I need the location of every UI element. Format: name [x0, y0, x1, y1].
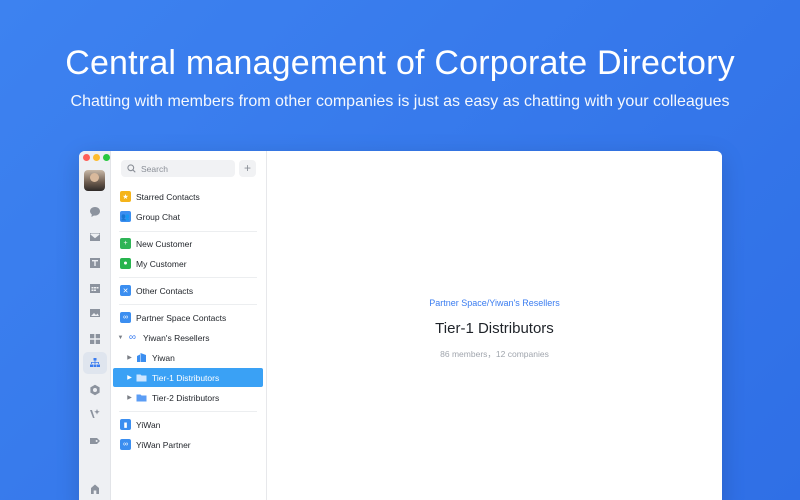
sparkle-icon[interactable]	[88, 407, 102, 421]
minimize-window-button[interactable]	[93, 154, 100, 161]
divider	[119, 277, 257, 278]
other-contacts-item[interactable]: ✕ Other Contacts	[111, 281, 266, 300]
resellers-item[interactable]: ▼ ∞ Yiwan's Resellers	[111, 328, 266, 347]
my-customer-label: My Customer	[136, 258, 187, 269]
hero-subtitle: Chatting with members from other compani…	[70, 93, 730, 110]
tier2-distributors-item[interactable]: ▶ Tier-2 Distributors	[111, 388, 266, 407]
star-icon: ★	[120, 191, 131, 202]
search-placeholder: Search	[141, 163, 168, 174]
home-icon[interactable]	[88, 482, 102, 496]
tag-icon[interactable]	[88, 434, 102, 448]
group-chat-label: Group Chat	[136, 211, 180, 222]
search-input[interactable]: Search	[121, 160, 235, 177]
yiwan-label: Yiwan	[152, 352, 175, 363]
partner-space-item[interactable]: ∞ Partner Space Contacts	[111, 308, 266, 327]
chat-icon[interactable]	[88, 205, 102, 219]
mail-icon[interactable]	[88, 230, 102, 244]
group-chat-icon: 👥	[120, 211, 131, 222]
partner-link-icon: ∞	[120, 312, 131, 323]
yiwan-org-label: YiWan	[136, 419, 161, 430]
avatar[interactable]	[84, 170, 105, 191]
yiwan-partner-item[interactable]: ∞ YiWan Partner	[111, 435, 266, 454]
partner-link-icon: ∞	[120, 439, 131, 450]
yiwan-partner-label: YiWan Partner	[136, 439, 191, 450]
page-title: Tier-1 Distributors	[435, 320, 554, 337]
chevron-down-icon[interactable]: ▼	[116, 335, 125, 341]
starred-contacts-item[interactable]: ★ Starred Contacts	[111, 187, 266, 206]
docs-icon[interactable]	[88, 256, 102, 270]
folder-icon	[136, 392, 147, 403]
new-customer-label: New Customer	[136, 238, 193, 249]
yiwan-org-item[interactable]: ▮ YiWan	[111, 415, 266, 434]
hexagon-icon[interactable]	[88, 383, 102, 397]
search-icon	[127, 164, 136, 173]
link-icon: ∞	[128, 332, 137, 343]
folder-icon	[136, 372, 147, 383]
building-icon: ▮	[120, 419, 131, 430]
starred-contacts-label: Starred Contacts	[136, 191, 200, 202]
tier2-distributors-label: Tier-2 Distributors	[152, 392, 220, 403]
close-window-button[interactable]	[83, 154, 90, 161]
tier1-distributors-item[interactable]: ▶ Tier-1 Distributors	[113, 368, 263, 387]
image-icon[interactable]	[88, 306, 102, 320]
hero-title: Central management of Corporate Director…	[65, 44, 735, 82]
divider	[119, 411, 257, 412]
partner-space-label: Partner Space Contacts	[136, 312, 227, 323]
new-customer-item[interactable]: + New Customer	[111, 234, 266, 253]
resellers-label: Yiwan's Resellers	[143, 332, 210, 343]
chevron-right-icon[interactable]: ▶	[125, 354, 134, 361]
chevron-right-icon[interactable]: ▶	[125, 374, 134, 381]
zoom-window-button[interactable]	[103, 154, 110, 161]
chevron-right-icon[interactable]: ▶	[125, 394, 134, 401]
detail-pane: Partner Space/Yiwan's Resellers Tier-1 D…	[267, 151, 722, 500]
add-button[interactable]: +	[239, 160, 256, 177]
wechat-icon: ●	[120, 258, 131, 269]
divider	[119, 304, 257, 305]
calendar-icon[interactable]	[88, 281, 102, 295]
my-customer-item[interactable]: ● My Customer	[111, 254, 266, 273]
group-stats: 86 members，12 companies	[440, 349, 549, 359]
nav-rail	[79, 151, 111, 500]
yiwan-item[interactable]: ▶ Yiwan	[111, 348, 266, 367]
contacts-panel: Search + ★ Starred Contacts 👥 Group Chat…	[111, 151, 267, 500]
app-window: Search + ★ Starred Contacts 👥 Group Chat…	[79, 151, 722, 500]
divider	[119, 231, 257, 232]
window-controls	[83, 154, 110, 161]
org-chart-icon[interactable]	[88, 356, 102, 370]
breadcrumb[interactable]: Partner Space/Yiwan's Resellers	[267, 298, 722, 308]
apps-icon[interactable]	[88, 332, 102, 346]
other-contacts-icon: ✕	[120, 285, 131, 296]
building-icon	[136, 352, 147, 363]
add-person-icon: +	[120, 238, 131, 249]
other-contacts-label: Other Contacts	[136, 285, 194, 296]
group-chat-item[interactable]: 👥 Group Chat	[111, 207, 266, 226]
tier1-distributors-label: Tier-1 Distributors	[152, 372, 220, 383]
